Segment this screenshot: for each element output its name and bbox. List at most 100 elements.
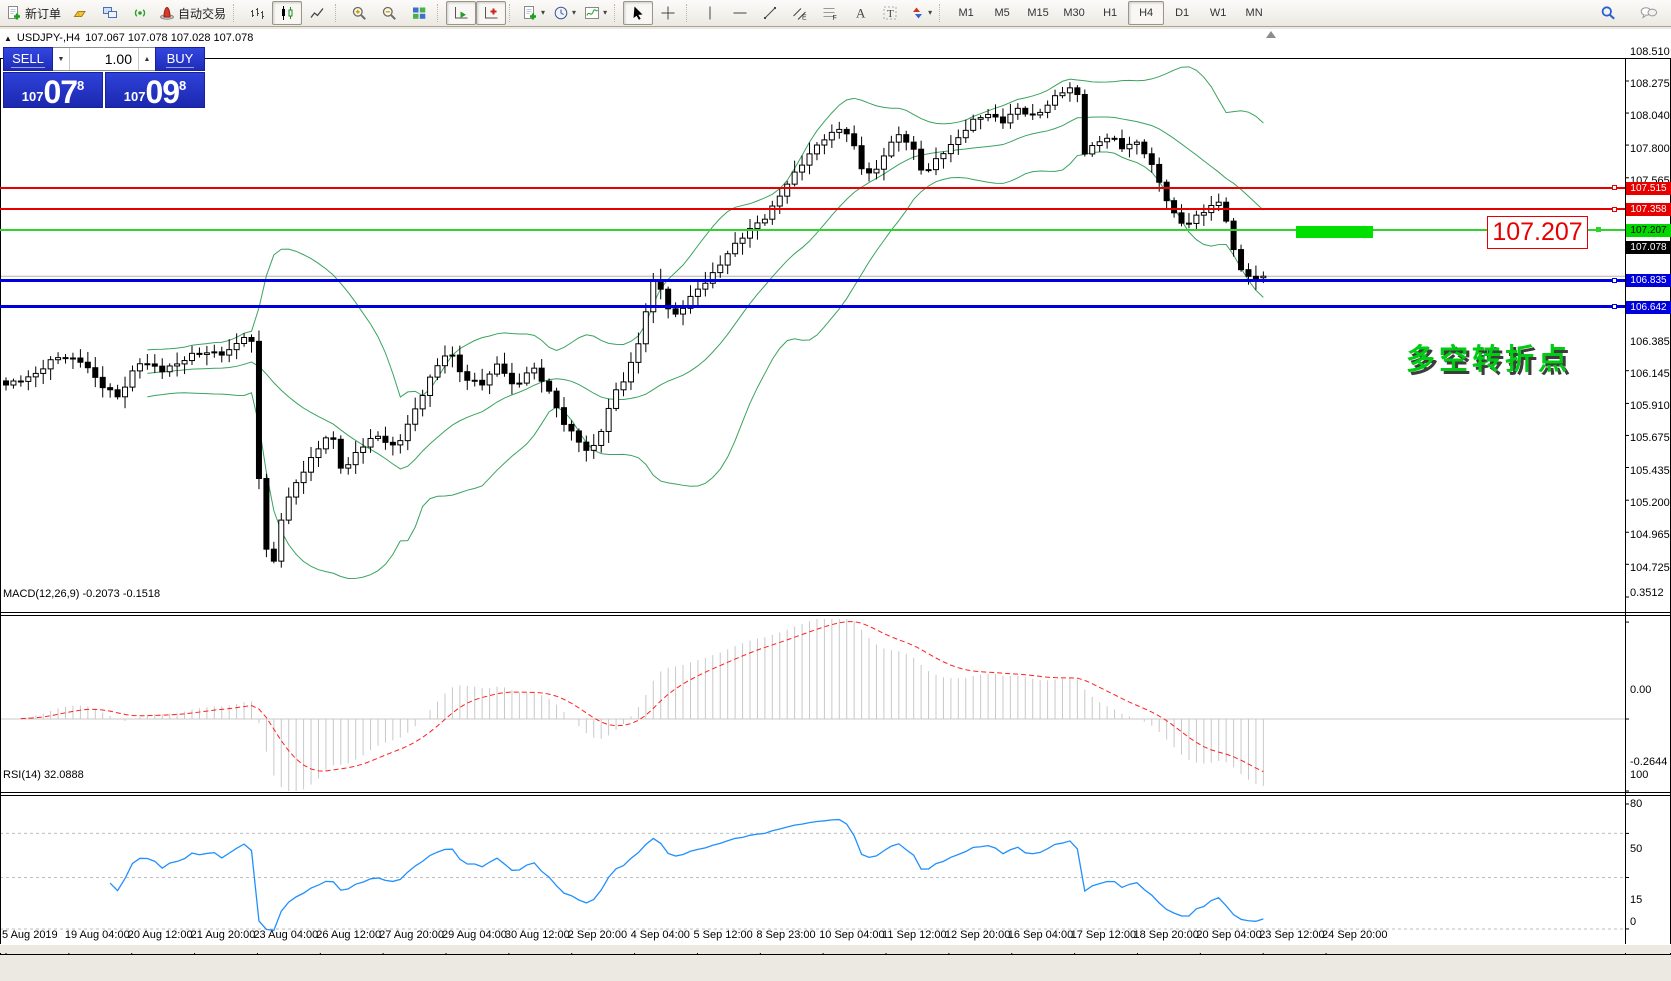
- search-mag-icon: [1600, 5, 1616, 21]
- panel-collapse-icon[interactable]: ▲: [4, 34, 12, 43]
- toolbar-zoom-in-button[interactable]: [344, 1, 374, 25]
- toolbar-trendline-button[interactable]: [755, 1, 785, 25]
- buy-label: BUY: [166, 51, 195, 68]
- candle: [1134, 142, 1139, 144]
- volume-decrease-button[interactable]: ▼: [53, 48, 70, 70]
- volume-input[interactable]: 1.00: [70, 48, 138, 70]
- price-target-box[interactable]: 107.207: [1487, 216, 1588, 249]
- toolbar-text-label-button[interactable]: T: [875, 1, 905, 25]
- timeframe-m5-button[interactable]: M5: [984, 1, 1020, 25]
- hline-106.835[interactable]: [0, 279, 1625, 282]
- toolbar-equidistant-channel-button[interactable]: E: [785, 1, 815, 25]
- candle: [733, 243, 738, 253]
- line-handle[interactable]: [1612, 278, 1617, 283]
- buy-button[interactable]: BUY: [155, 47, 205, 71]
- timeframe-m1-button[interactable]: M1: [948, 1, 984, 25]
- candle: [1201, 213, 1206, 216]
- toolbar-indicators-menu-button[interactable]: ▾: [580, 1, 611, 25]
- candle: [256, 341, 261, 478]
- highlight-rectangle[interactable]: [1296, 226, 1373, 238]
- toolbar-fibonacci-button[interactable]: F: [815, 1, 845, 25]
- candle: [859, 146, 864, 169]
- candle: [1105, 138, 1110, 141]
- rsi-axis-tick: 15: [1630, 894, 1642, 906]
- toolbar-separator: [233, 4, 239, 22]
- toolbar-data-window-button[interactable]: [95, 1, 125, 25]
- toolbar-signals-button[interactable]: [125, 1, 155, 25]
- line-handle[interactable]: [1612, 304, 1617, 309]
- toolbar-chat-button[interactable]: [1633, 1, 1663, 25]
- toolbar-chart-shift-button[interactable]: [476, 1, 506, 25]
- candle: [874, 169, 879, 173]
- toolbar-separator: [437, 4, 443, 22]
- toolbar-new-order-button[interactable]: 新订单: [2, 1, 65, 25]
- timeframe-mn-button[interactable]: MN: [1236, 1, 1272, 25]
- toolbar-vertical-line-button[interactable]: [695, 1, 725, 25]
- toolbar-autotrading-button[interactable]: 自动交易: [155, 1, 230, 25]
- chart-window[interactable]: [0, 29, 1671, 944]
- toolbar-separator: [614, 4, 620, 22]
- line-handle[interactable]: [1612, 185, 1617, 190]
- time-axis-tick: 20 Sep 04:00: [1196, 929, 1261, 941]
- hline-107.207[interactable]: [0, 229, 1625, 231]
- timeframe-m30-button[interactable]: M30: [1056, 1, 1092, 25]
- macd-axis-tick: -0.2644: [1630, 756, 1667, 768]
- toolbar-zoom-out-button[interactable]: [374, 1, 404, 25]
- time-axis-tick: 5 Sep 12:00: [693, 929, 752, 941]
- timeframe-m15-button[interactable]: M15: [1020, 1, 1056, 25]
- chart-title: ▲ USDJPY-,H4 107.067 107.078 107.028 107…: [4, 32, 253, 44]
- textA-icon: A: [852, 5, 868, 21]
- toolbar-new-order-label: 新订单: [25, 5, 61, 22]
- candle: [294, 483, 299, 497]
- candle: [472, 380, 477, 381]
- toolbar-chart-candles-button[interactable]: [272, 1, 302, 25]
- toolbar-cursor-button[interactable]: [623, 1, 653, 25]
- candle: [487, 374, 492, 385]
- price-axis-tick: 108.275: [1630, 78, 1670, 90]
- toolbar-text-button[interactable]: A: [845, 1, 875, 25]
- timeframe-h1-button[interactable]: H1: [1092, 1, 1128, 25]
- candle: [123, 387, 128, 397]
- rsi-axis-tick: 50: [1630, 843, 1642, 855]
- toolbar-horizontal-line-button[interactable]: [725, 1, 755, 25]
- timeframe-h4-button[interactable]: H4: [1128, 1, 1164, 25]
- price-axis-tick: 105.910: [1630, 400, 1670, 412]
- candle: [948, 144, 953, 153]
- candle: [755, 223, 760, 229]
- bid-price-button[interactable]: 107078: [3, 72, 103, 108]
- candle: [353, 452, 358, 464]
- chart-ohlc-quotes: 107.067 107.078 107.028 107.078: [85, 32, 253, 44]
- timeframe-d1-button[interactable]: D1: [1164, 1, 1200, 25]
- toolbar-periods-menu-button[interactable]: ▾: [549, 1, 580, 25]
- channel-icon: E: [792, 5, 808, 21]
- toolbar-chart-line-button[interactable]: [302, 1, 332, 25]
- toolbar-tile-windows-button[interactable]: [404, 1, 434, 25]
- toolbar-market-watch-button[interactable]: [65, 1, 95, 25]
- line-handle[interactable]: [1596, 227, 1601, 232]
- candle: [190, 353, 195, 360]
- candle: [829, 132, 834, 140]
- candle: [1261, 276, 1266, 277]
- toolbar-crosshair-button[interactable]: [653, 1, 683, 25]
- timeframe-w1-button[interactable]: W1: [1200, 1, 1236, 25]
- candle: [1224, 202, 1229, 221]
- hline-107.358[interactable]: [0, 208, 1625, 210]
- toolbar-new-order-menu-button[interactable]: ▾: [518, 1, 549, 25]
- candle: [152, 364, 157, 366]
- line-handle[interactable]: [1612, 207, 1617, 212]
- sell-button[interactable]: SELL: [3, 47, 53, 71]
- candle: [599, 431, 604, 445]
- price-axis-tick: 104.965: [1630, 529, 1670, 541]
- hline-106.642[interactable]: [0, 305, 1625, 308]
- toolbar-arrows-button[interactable]: ▾: [905, 1, 936, 25]
- volume-increase-button[interactable]: ▲: [138, 48, 155, 70]
- pivot-annotation-text[interactable]: 多空转折点: [1406, 336, 1571, 378]
- hline-107.515[interactable]: [0, 187, 1625, 189]
- toolbar-search-button[interactable]: [1593, 1, 1623, 25]
- sell-label: SELL: [11, 51, 45, 68]
- screens-icon: [102, 5, 118, 21]
- toolbar-chart-bars-button[interactable]: [242, 1, 272, 25]
- tiles-icon: [411, 5, 427, 21]
- ask-price-button[interactable]: 107098: [105, 72, 205, 108]
- toolbar-auto-scroll-button[interactable]: [446, 1, 476, 25]
